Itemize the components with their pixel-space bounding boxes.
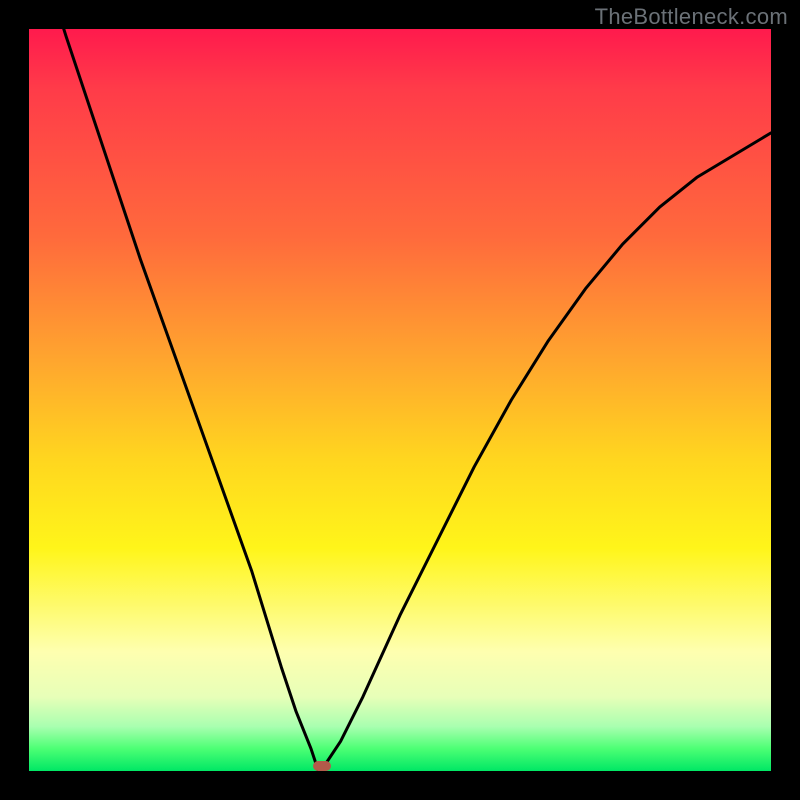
minimum-marker: [313, 761, 331, 771]
curve-path: [29, 0, 771, 771]
bottleneck-curve: [29, 29, 771, 771]
chart-frame: TheBottleneck.com: [0, 0, 800, 800]
plot-outer: [29, 29, 771, 771]
watermark-text: TheBottleneck.com: [595, 4, 788, 30]
